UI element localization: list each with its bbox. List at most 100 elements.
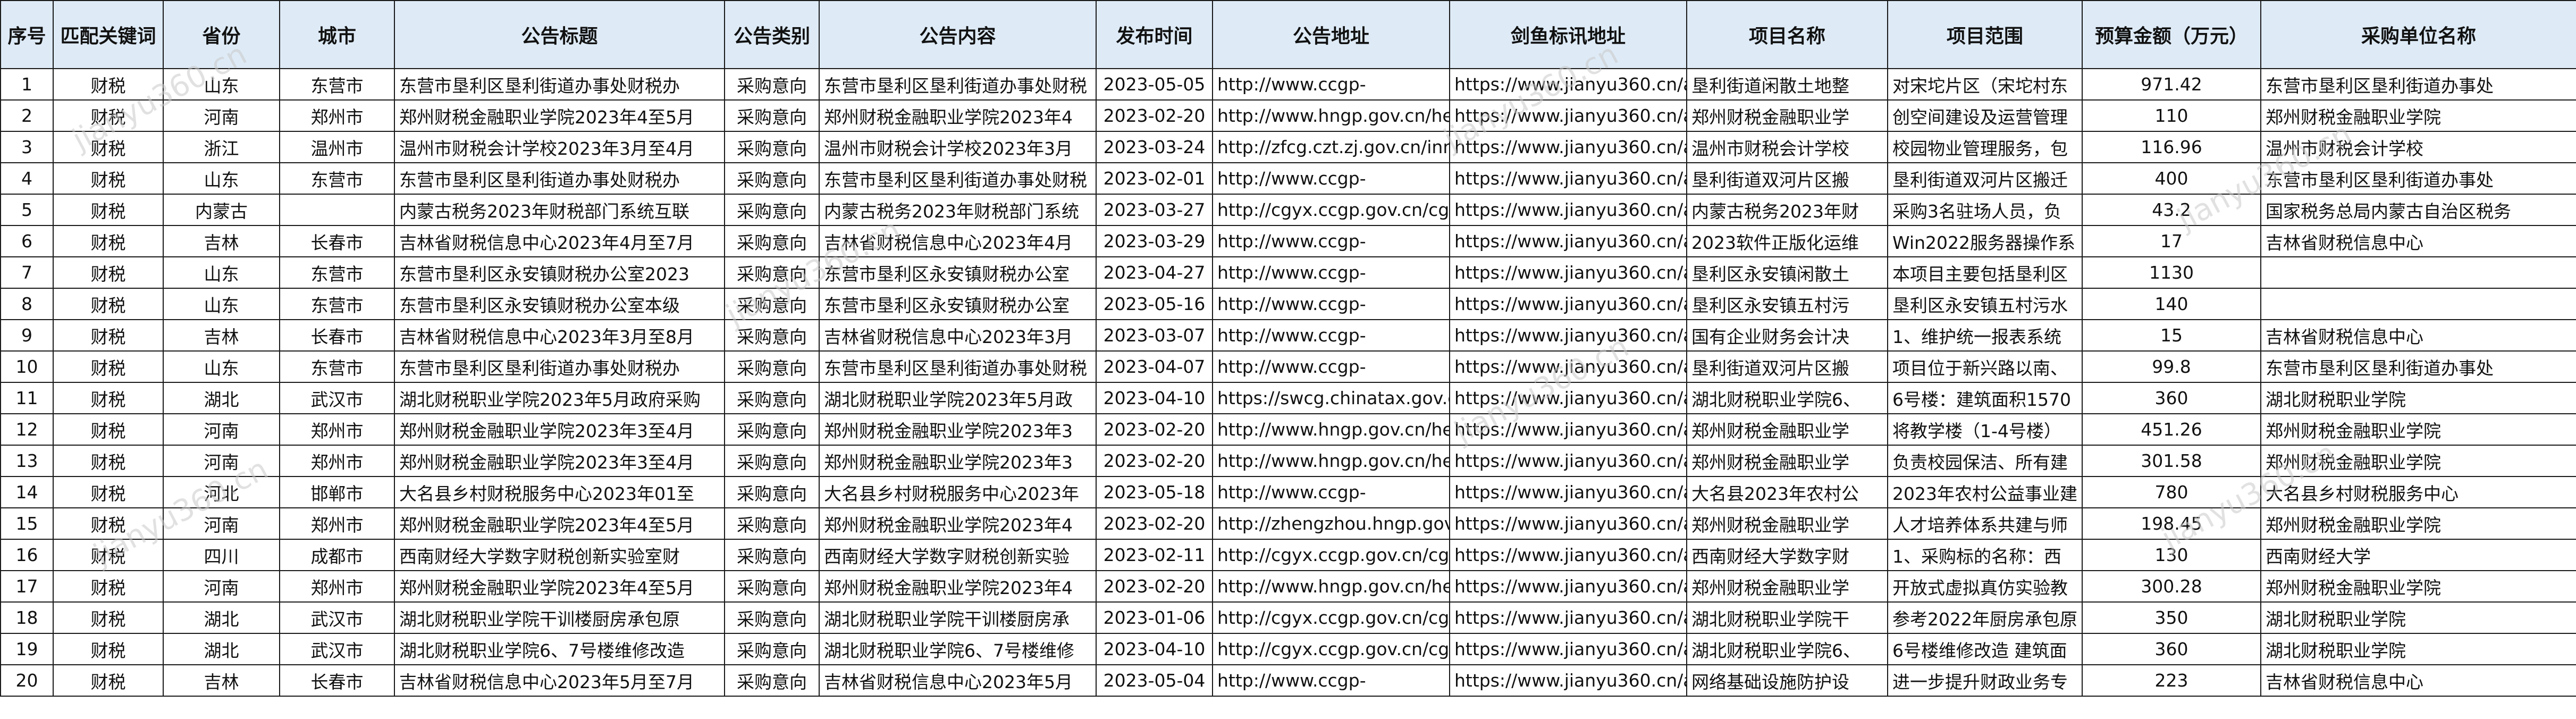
project-scope-cell[interactable]: 开放式虚拟真仿实验教 [1887, 570, 2083, 603]
project-scope-cell[interactable]: 进一步提升财政业务专 [1887, 664, 2083, 697]
row-number[interactable]: 15 [0, 507, 54, 540]
province-cell[interactable]: 河南 [163, 445, 280, 477]
keyword-cell[interactable]: 财税 [53, 633, 164, 665]
category-cell[interactable]: 采购意向 [724, 382, 820, 414]
date-cell[interactable]: 2023-05-05 [1096, 68, 1213, 101]
row-number[interactable]: 16 [0, 539, 54, 571]
budget-cell[interactable]: 116.96 [2082, 131, 2261, 163]
column-header[interactable]: 省份 [163, 0, 280, 69]
buyer-cell[interactable]: 温州市财税会计学校 [2260, 131, 2576, 163]
project-name-cell[interactable]: 内蒙古税务2023年财 [1686, 194, 1888, 226]
category-cell[interactable]: 采购意向 [724, 664, 820, 697]
table-row[interactable]: 10 财税 山东 东营市 东营市垦利区垦利街道办事处财税办 采购意向 东营市垦利区垦利街道办… [0, 350, 2576, 383]
row-number[interactable]: 18 [0, 601, 54, 634]
content-cell[interactable]: 郑州财税金融职业学院2023年3 [819, 413, 1097, 446]
row-number[interactable]: 5 [0, 194, 54, 226]
url-cell[interactable]: http://zhengzhou.hngp.gov. [1212, 507, 1450, 540]
url-cell[interactable]: http://www.ccgp- [1212, 256, 1450, 289]
content-cell[interactable]: 湖北财税职业学院干训楼厨房承 [819, 601, 1097, 634]
city-cell[interactable]: 长春市 [279, 664, 395, 697]
row-number[interactable]: 2 [0, 99, 54, 132]
budget-cell[interactable]: 1130 [2082, 256, 2261, 289]
url-cell[interactable]: http://cgyx.ccgp.gov.cn/cgy [1212, 194, 1450, 226]
budget-cell[interactable]: 15 [2082, 319, 2261, 352]
city-cell[interactable]: 郑州市 [279, 413, 395, 446]
budget-cell[interactable]: 360 [2082, 382, 2261, 414]
date-cell[interactable]: 2023-05-16 [1096, 288, 1213, 320]
content-cell[interactable]: 东营市垦利区永安镇财税办公室 [819, 256, 1097, 289]
project-name-cell[interactable]: 网络基础设施防护设 [1686, 664, 1888, 697]
project-scope-cell[interactable]: 1、采购标的名称：西 [1887, 539, 2083, 571]
jianyu-url-cell[interactable]: https://www.jianyu360.cn/ar [1449, 445, 1687, 477]
keyword-cell[interactable]: 财税 [53, 194, 164, 226]
project-scope-cell[interactable]: 6号楼维修改造 建筑面 [1887, 633, 2083, 665]
jianyu-url-cell[interactable]: https://www.jianyu360.cn/ar [1449, 570, 1687, 603]
project-name-cell[interactable]: 垦利区永安镇闲散土 [1686, 256, 1888, 289]
content-cell[interactable]: 郑州财税金融职业学院2023年4 [819, 507, 1097, 540]
url-cell[interactable]: http://www.ccgp- [1212, 476, 1450, 508]
title-cell[interactable]: 东营市垦利区永安镇财税办公室2023 [394, 256, 725, 289]
budget-cell[interactable]: 140 [2082, 288, 2261, 320]
buyer-cell[interactable] [2260, 288, 2576, 320]
table-row[interactable]: 7 财税 山东 东营市 东营市垦利区永安镇财税办公室2023 采购意向 东营市垦利区永安镇财… [0, 256, 2576, 289]
title-cell[interactable]: 东营市垦利区垦利街道办事处财税办 [394, 68, 725, 101]
province-cell[interactable]: 湖北 [163, 601, 280, 634]
keyword-cell[interactable]: 财税 [53, 570, 164, 603]
keyword-cell[interactable]: 财税 [53, 413, 164, 446]
jianyu-url-cell[interactable]: https://www.jianyu360.cn/ar [1449, 382, 1687, 414]
project-name-cell[interactable]: 2023软件正版化运维 [1686, 225, 1888, 257]
project-name-cell[interactable]: 湖北财税职业学院6、 [1686, 633, 1888, 665]
project-name-cell[interactable]: 垦利街道双河片区搬 [1686, 162, 1888, 195]
buyer-cell[interactable]: 郑州财税金融职业学院 [2260, 570, 2576, 603]
row-number[interactable]: 12 [0, 413, 54, 446]
content-cell[interactable]: 吉林省财税信息中心2023年3月 [819, 319, 1097, 352]
keyword-cell[interactable]: 财税 [53, 539, 164, 571]
jianyu-url-cell[interactable]: https://www.jianyu360.cn/ar [1449, 601, 1687, 634]
province-cell[interactable]: 河南 [163, 99, 280, 132]
buyer-cell[interactable]: 吉林省财税信息中心 [2260, 319, 2576, 352]
budget-cell[interactable]: 99.8 [2082, 350, 2261, 383]
url-cell[interactable]: https://swcg.chinatax.gov.c [1212, 382, 1450, 414]
project-scope-cell[interactable]: 采购3名驻场人员，负 [1887, 194, 2083, 226]
date-cell[interactable]: 2023-01-06 [1096, 601, 1213, 634]
project-name-cell[interactable]: 郑州财税金融职业学 [1686, 413, 1888, 446]
table-row[interactable]: 19 财税 湖北 武汉市 湖北财税职业学院6、7号楼维修改造 采购意向 湖北财税职业学院6、… [0, 633, 2576, 665]
jianyu-url-cell[interactable]: https://www.jianyu360.cn/ar [1449, 350, 1687, 383]
column-header[interactable]: 公告地址 [1212, 0, 1450, 69]
category-cell[interactable]: 采购意向 [724, 445, 820, 477]
budget-cell[interactable]: 198.45 [2082, 507, 2261, 540]
project-scope-cell[interactable]: 将教学楼（1-4号楼） [1887, 413, 2083, 446]
table-row[interactable]: 4 财税 山东 东营市 东营市垦利区垦利街道办事处财税办 采购意向 东营市垦利区垦利街道办事… [0, 162, 2576, 195]
province-cell[interactable]: 山东 [163, 68, 280, 101]
city-cell[interactable]: 成都市 [279, 539, 395, 571]
content-cell[interactable]: 郑州财税金融职业学院2023年3 [819, 445, 1097, 477]
url-cell[interactable]: http://www.ccgp- [1212, 288, 1450, 320]
url-cell[interactable]: http://www.hngp.gov.cn/he [1212, 413, 1450, 446]
date-cell[interactable]: 2023-05-18 [1096, 476, 1213, 508]
project-scope-cell[interactable]: 6号楼：建筑面积1570 [1887, 382, 2083, 414]
province-cell[interactable]: 山东 [163, 350, 280, 383]
buyer-cell[interactable]: 西南财经大学 [2260, 539, 2576, 571]
province-cell[interactable]: 山东 [163, 288, 280, 320]
jianyu-url-cell[interactable]: https://www.jianyu360.cn/ar [1449, 99, 1687, 132]
budget-cell[interactable]: 300.28 [2082, 570, 2261, 603]
column-header[interactable]: 采购单位名称 [2260, 0, 2576, 69]
column-header[interactable]: 发布时间 [1096, 0, 1213, 69]
province-cell[interactable]: 四川 [163, 539, 280, 571]
url-cell[interactable]: http://www.ccgp- [1212, 225, 1450, 257]
category-cell[interactable]: 采购意向 [724, 288, 820, 320]
project-scope-cell[interactable]: Win2022服务器操作系 [1887, 225, 2083, 257]
row-number[interactable]: 10 [0, 350, 54, 383]
budget-cell[interactable]: 350 [2082, 601, 2261, 634]
title-cell[interactable]: 内蒙古税务2023年财税部门系统互联 [394, 194, 725, 226]
city-cell[interactable]: 长春市 [279, 319, 395, 352]
province-cell[interactable]: 河北 [163, 476, 280, 508]
buyer-cell[interactable]: 大名县乡村财税服务中心 [2260, 476, 2576, 508]
keyword-cell[interactable]: 财税 [53, 445, 164, 477]
column-header[interactable]: 预算金额（万元） [2082, 0, 2261, 69]
column-header[interactable]: 公告内容 [819, 0, 1097, 69]
buyer-cell[interactable]: 东营市垦利区垦利街道办事处 [2260, 68, 2576, 101]
keyword-cell[interactable]: 财税 [53, 382, 164, 414]
content-cell[interactable]: 东营市垦利区垦利街道办事处财税 [819, 162, 1097, 195]
keyword-cell[interactable]: 财税 [53, 507, 164, 540]
